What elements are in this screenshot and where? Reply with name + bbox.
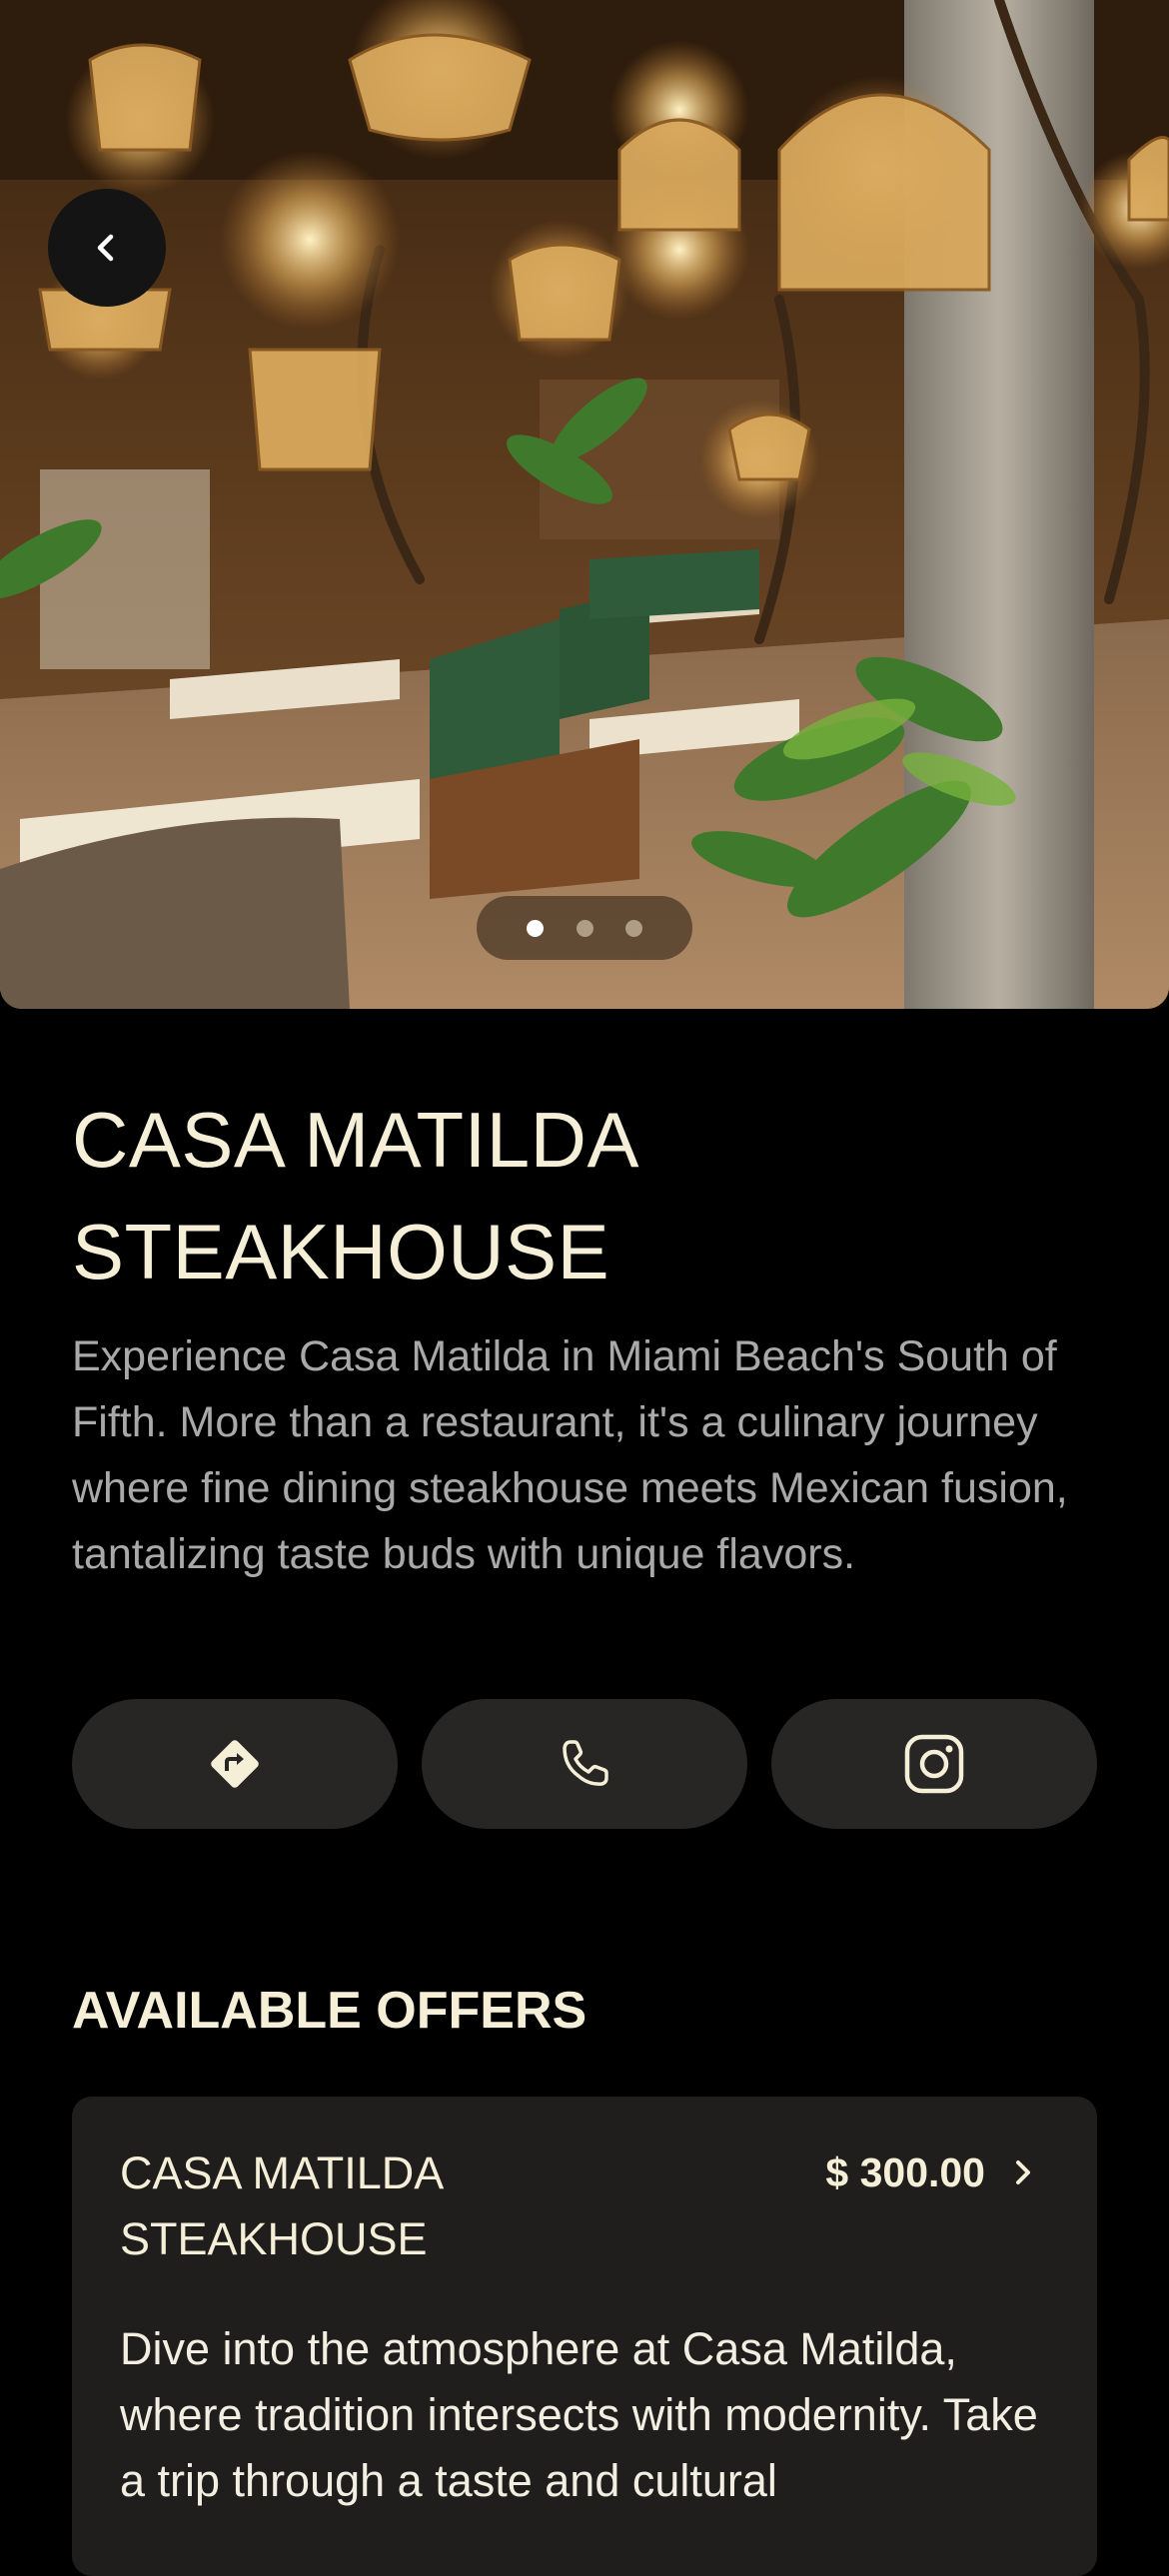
offer-card[interactable]: CASA MATILDA STEAKHOUSE $ 300.00 Dive int… xyxy=(72,2097,1097,2576)
restaurant-interior-photo xyxy=(0,0,1169,1009)
offer-description: Dive into the atmosphere at Casa Matilda… xyxy=(120,2323,1038,2506)
call-button[interactable] xyxy=(422,1699,747,1829)
venue-title-line1: CASA MATILDA xyxy=(72,1096,640,1184)
available-offers-heading: AVAILABLE OFFERS xyxy=(72,1982,587,2040)
action-buttons-row xyxy=(72,1699,1097,1829)
carousel-dot[interactable] xyxy=(576,919,593,937)
offer-name-line2: STEAKHOUSE xyxy=(120,2213,428,2264)
instagram-icon xyxy=(904,1734,964,1794)
phone-icon xyxy=(563,1740,608,1786)
venue-title: CASA MATILDA STEAKHOUSE xyxy=(72,1084,1091,1307)
hero-image-carousel[interactable] xyxy=(0,0,1169,1009)
offer-price: $ 300.00 xyxy=(825,2149,985,2195)
carousel-dot-active[interactable] xyxy=(527,919,545,937)
venue-description: Experience Casa Matilda in Miami Beach's… xyxy=(72,1332,1068,1578)
carousel-dot[interactable] xyxy=(624,919,642,937)
venue-title-line2: STEAKHOUSE xyxy=(72,1208,610,1295)
offer-name: CASA MATILDA STEAKHOUSE xyxy=(120,2141,639,2272)
directions-button[interactable] xyxy=(72,1699,398,1829)
chevron-left-icon xyxy=(97,234,114,262)
instagram-button[interactable] xyxy=(771,1699,1097,1829)
directions-icon xyxy=(211,1740,259,1788)
carousel-pagination xyxy=(477,896,692,960)
chevron-right-icon[interactable] xyxy=(1007,2156,1039,2188)
offer-name-line1: CASA MATILDA xyxy=(120,2147,445,2198)
back-button[interactable] xyxy=(48,189,166,307)
